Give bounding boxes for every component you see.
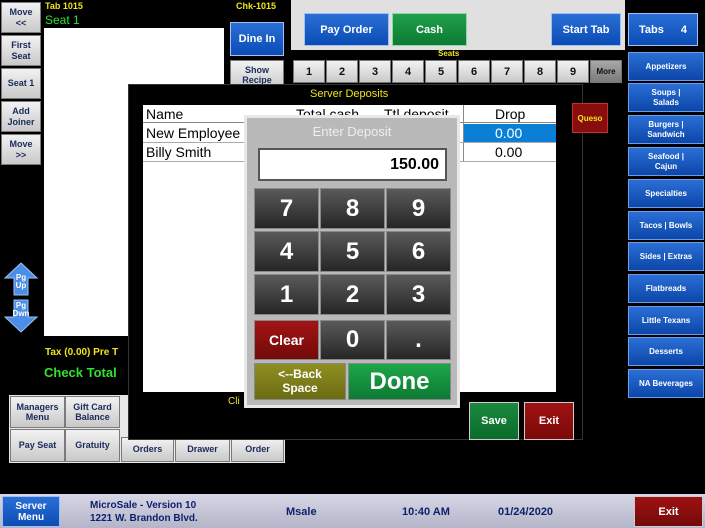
column-header-name: Name	[146, 106, 184, 122]
row-name: New Employee	[146, 125, 241, 141]
backspace-button[interactable]: <--Back Space	[254, 363, 346, 400]
seats-title: Seats	[438, 49, 460, 58]
address-label: 1221 W. Brandon Blvd.	[90, 513, 198, 524]
pay-order-button[interactable]: Pay Order	[304, 13, 389, 46]
category-desserts[interactable]: Desserts	[628, 337, 704, 366]
save-button[interactable]: Save	[469, 402, 519, 440]
server-menu-button[interactable]: Server Menu	[2, 496, 60, 527]
key-7[interactable]: 7	[254, 188, 319, 229]
first-seat-button[interactable]: First Seat	[1, 35, 41, 66]
category-specialties[interactable]: Specialties	[628, 179, 704, 208]
seat-button-6[interactable]: 6	[458, 60, 490, 83]
dine-in-button[interactable]: Dine In	[230, 22, 284, 56]
key-1[interactable]: 1	[254, 274, 319, 315]
deposit-amount-input[interactable]: 150.00	[258, 148, 447, 181]
category-seafood-cajun[interactable]: Seafood | Cajun	[628, 147, 704, 176]
key-5[interactable]: 5	[320, 231, 385, 272]
row-drop: 0.00	[495, 144, 523, 160]
seat-button-8[interactable]: 8	[524, 60, 556, 83]
cash-button[interactable]: Cash	[392, 13, 467, 46]
category-tacos-bowls[interactable]: Tacos | Bowls	[628, 211, 704, 240]
column-header-drop: Drop	[495, 106, 526, 122]
tabs-label: Tabs	[639, 23, 664, 36]
category-little-texans[interactable]: Little Texans	[628, 306, 704, 335]
dialog-footer-text: Cli	[228, 396, 240, 407]
seat-button-7[interactable]: 7	[491, 60, 523, 83]
category-na-beverages[interactable]: NA Beverages	[628, 369, 704, 398]
seat-button-9[interactable]: 9	[557, 60, 589, 83]
row-drop: 0.00	[495, 125, 523, 141]
move-prev-button[interactable]: Move <<	[1, 2, 41, 33]
key-8[interactable]: 8	[320, 188, 385, 229]
category-appetizers[interactable]: Appetizers	[628, 52, 704, 81]
pay-seat-button[interactable]: Pay Seat	[10, 429, 65, 462]
version-label: MicroSale - Version 10	[90, 500, 197, 511]
add-joiner-button[interactable]: Add Joiner	[1, 101, 41, 132]
category-sides-extras[interactable]: Sides | Extras	[628, 242, 704, 271]
seats-more-button[interactable]: More	[590, 60, 622, 83]
seat-button-4[interactable]: 4	[392, 60, 424, 83]
keypad-title: Enter Deposit	[312, 124, 392, 139]
key-6[interactable]: 6	[386, 231, 451, 272]
key-2[interactable]: 2	[320, 274, 385, 315]
date-label: 01/24/2020	[498, 506, 554, 518]
page-up-button[interactable]: Pg Up	[3, 262, 39, 296]
seat-button-3[interactable]: 3	[359, 60, 391, 83]
time-label: 10:40 AM	[402, 506, 450, 518]
tax-label: Tax (0.00) Pre T	[45, 347, 119, 358]
clear-button[interactable]: Clear	[254, 320, 319, 360]
seat-button-1[interactable]: 1	[293, 60, 325, 83]
key-9[interactable]: 9	[386, 188, 451, 229]
gratuity-button[interactable]: Gratuity	[65, 429, 120, 462]
move-next-button[interactable]: Move >>	[1, 134, 41, 165]
user-label: Msale	[286, 506, 317, 518]
exit-button[interactable]: Exit	[634, 496, 703, 527]
seat-button-2[interactable]: 2	[326, 60, 358, 83]
key-0[interactable]: 0	[320, 320, 385, 360]
queso-button[interactable]: Queso	[572, 103, 608, 133]
check-total-label: Check Total	[44, 365, 117, 380]
seat1-button[interactable]: Seat 1	[1, 68, 41, 99]
key-decimal[interactable]: .	[386, 320, 451, 360]
key-3[interactable]: 3	[386, 274, 451, 315]
tabs-button[interactable]: Tabs 4	[628, 13, 698, 46]
page-down-button[interactable]: Pg Dwn	[3, 299, 39, 333]
order-button[interactable]: Order	[231, 437, 284, 462]
managers-menu-button[interactable]: Managers Menu	[10, 396, 65, 428]
gift-card-balance-button[interactable]: Gift Card Balance	[65, 396, 120, 428]
row-name: Billy Smith	[146, 144, 212, 160]
server-deposits-title: Server Deposits	[310, 88, 389, 100]
orders-button[interactable]: Orders	[121, 437, 174, 462]
category-soups-salads[interactable]: Soups | Salads	[628, 83, 704, 112]
tab-label: Tab 1015	[45, 1, 83, 11]
done-button[interactable]: Done	[348, 363, 451, 400]
seat-label: Seat 1	[45, 13, 80, 27]
page-up-label: Pg Up	[15, 273, 27, 290]
seat-button-5[interactable]: 5	[425, 60, 457, 83]
check-label: Chk-1015	[236, 1, 277, 11]
dialog-exit-button[interactable]: Exit	[524, 402, 574, 440]
page-down-label: Pg Dwn	[12, 301, 30, 318]
category-burgers-sandwich[interactable]: Burgers | Sandwich	[628, 115, 704, 144]
tabs-count: 4	[680, 23, 687, 36]
start-tab-button[interactable]: Start Tab	[551, 13, 621, 46]
key-4[interactable]: 4	[254, 231, 319, 272]
category-flatbreads[interactable]: Flatbreads	[628, 274, 704, 303]
drawer-button[interactable]: Drawer	[175, 437, 230, 462]
